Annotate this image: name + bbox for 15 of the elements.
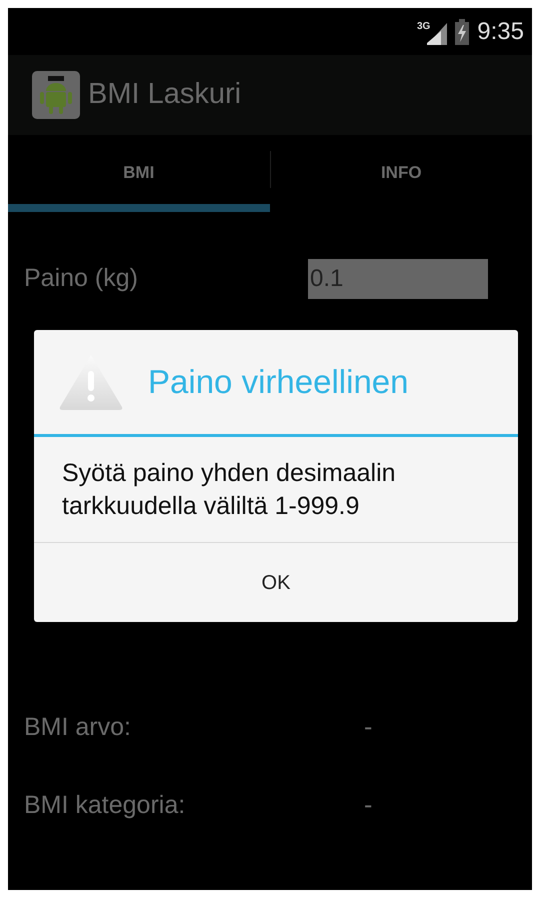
result-label: BMI arvo: — [24, 712, 132, 743]
tab[interactable]: BMI — [8, 135, 270, 212]
result-value: - — [364, 790, 372, 820]
dialog-title: Paino virheellinen — [148, 362, 409, 402]
field-label: Paino (kg) — [24, 263, 139, 294]
weight-input[interactable]: 0.1 — [308, 259, 488, 299]
result-value: - — [364, 712, 372, 743]
dialog-message: Syötä paino yhden desimaalin tarkkuudella väliltä 1-999.9 — [61, 458, 397, 522]
app-logo-icon — [32, 71, 80, 119]
clock: 9:35 — [477, 16, 524, 46]
battery-charging-icon — [455, 18, 470, 44]
result-label: BMI kategoria: — [24, 790, 186, 820]
ok-button[interactable]: OK — [34, 542, 518, 622]
tab[interactable]: INFO — [270, 135, 532, 212]
app-title: BMI Laskuri — [88, 77, 242, 112]
